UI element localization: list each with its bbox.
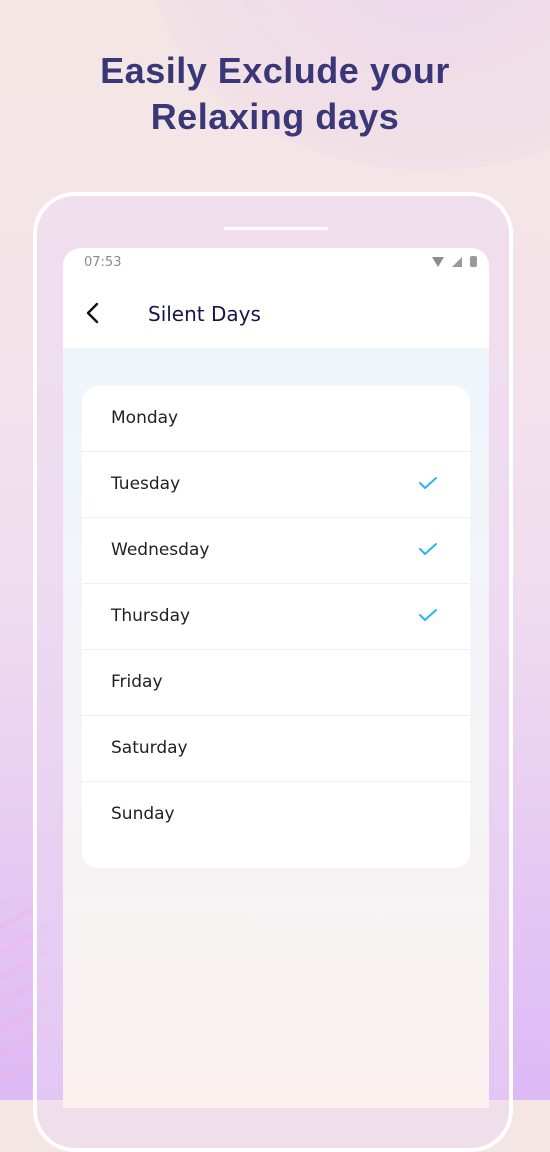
phone-speaker — [224, 227, 328, 230]
checkmark-icon — [419, 477, 437, 489]
day-row-monday[interactable]: Monday — [82, 386, 470, 452]
status-time: 07:53 — [84, 255, 122, 270]
promo-headline: Easily Exclude your Relaxing days — [0, 48, 550, 140]
day-label: Monday — [111, 408, 179, 428]
day-row-tuesday[interactable]: Tuesday — [82, 452, 470, 518]
checkmark-icon — [419, 609, 437, 621]
day-row-friday[interactable]: Friday — [82, 650, 470, 716]
headline-line-1: Easily Exclude your — [100, 50, 450, 91]
chevron-left-icon — [86, 302, 99, 324]
status-bar: 07:53 — [63, 248, 489, 278]
day-label: Thursday — [111, 606, 191, 626]
day-row-thursday[interactable]: Thursday — [82, 584, 470, 650]
checkmark-icon — [419, 543, 437, 555]
day-label: Saturday — [111, 738, 188, 758]
day-row-wednesday[interactable]: Wednesday — [82, 518, 470, 584]
phone-screen: 07:53 Silent Days Monday Tuesday Wednesd… — [63, 248, 489, 1108]
day-label: Tuesday — [111, 474, 181, 494]
back-button[interactable] — [83, 302, 105, 324]
app-bar: Silent Days — [63, 278, 489, 348]
wifi-icon — [432, 256, 444, 267]
battery-icon — [470, 256, 477, 267]
day-row-saturday[interactable]: Saturday — [82, 716, 470, 782]
day-label: Friday — [111, 672, 163, 692]
status-icons — [432, 256, 477, 267]
cell-signal-icon — [452, 256, 462, 267]
day-label: Wednesday — [111, 540, 210, 560]
day-row-sunday[interactable]: Sunday — [82, 782, 470, 848]
headline-line-2: Relaxing days — [150, 96, 400, 137]
page-title: Silent Days — [148, 302, 261, 326]
day-label: Sunday — [111, 804, 175, 824]
days-list: Monday Tuesday Wednesday Thursday Friday… — [82, 386, 470, 868]
